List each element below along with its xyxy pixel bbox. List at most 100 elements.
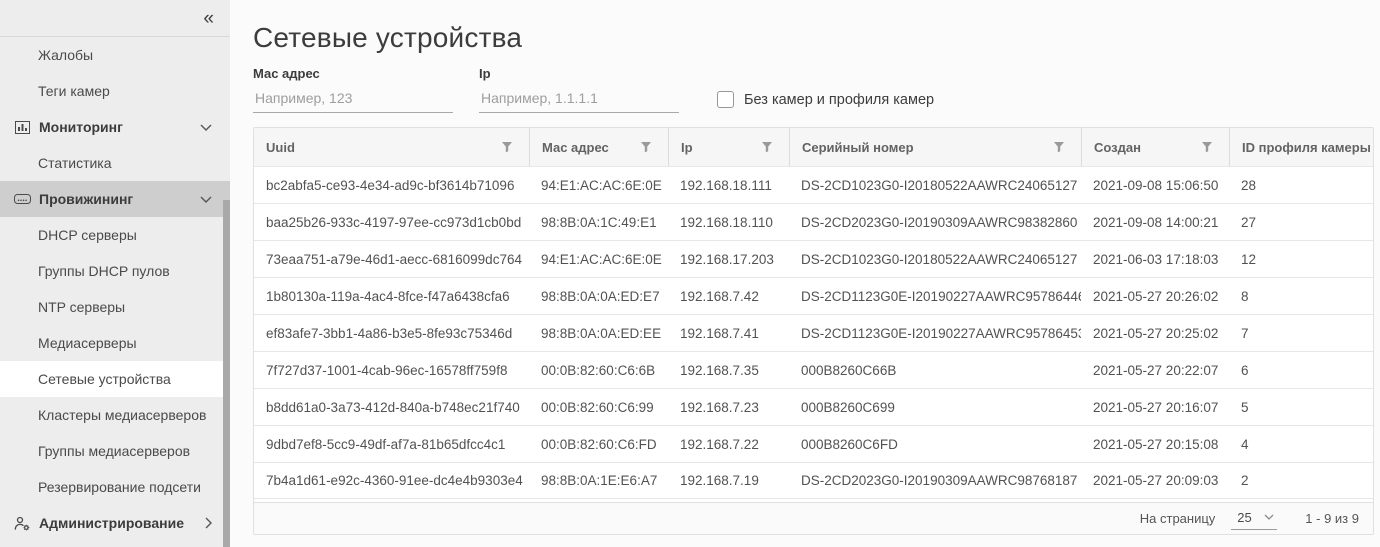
mac-filter-field: Мас адрес: [253, 66, 453, 113]
table-cell: 7: [1229, 315, 1373, 351]
column-header-label: Uuid: [266, 140, 295, 155]
page-size-select[interactable]: 25: [1231, 508, 1277, 530]
table-cell: 94:E1:AC:AC:6E:0E: [529, 167, 668, 203]
table-row[interactable]: bc2abfa5-ce93-4e34-ad9c-bf3614b7109694:E…: [254, 166, 1373, 203]
table-body: bc2abfa5-ce93-4e34-ad9c-bf3614b7109694:E…: [254, 166, 1373, 499]
table-cell: DS-2CD2023G0-I20190309AAWRC98382860: [789, 204, 1081, 240]
table-cell: 8: [1229, 278, 1373, 314]
column-header[interactable]: Ip: [668, 128, 789, 166]
table-cell: 2021-09-08 14:00:21: [1081, 204, 1229, 240]
table-cell: 192.168.7.42: [668, 278, 789, 314]
table-row[interactable]: 7f727d37-1001-4cab-96ec-16578ff759f800:0…: [254, 351, 1373, 388]
table-cell: 192.168.7.35: [668, 352, 789, 388]
sidebar-item-label: Резервирование подсети: [38, 479, 218, 495]
mac-filter-input[interactable]: [253, 85, 453, 113]
table-cell: DS-2CD1123G0E-I20190227AAWRC95786453: [789, 315, 1081, 351]
filter-funnel-icon[interactable]: [1053, 141, 1065, 153]
table-cell: 00:0B:82:60:C6:FD: [529, 426, 668, 462]
sidebar-item-label: Кластеры медиасерверов: [38, 407, 218, 423]
table-cell: 00:0B:82:60:C6:6B: [529, 352, 668, 388]
table-row[interactable]: 7b4a1d61-e92c-4360-91ee-dc4e4b9303e498:8…: [254, 462, 1373, 499]
per-page-label: На страницу: [1140, 511, 1216, 526]
column-header-label: Серийный номер: [802, 140, 914, 155]
column-header[interactable]: Серийный номер: [789, 128, 1081, 166]
table-cell: 2021-09-08 15:06:50: [1081, 167, 1229, 203]
table-cell: 00:0B:82:60:C6:99: [529, 389, 668, 425]
user-gear-icon: [14, 516, 31, 531]
main-content: Сетевые устройства Мас адрес Ip Без каме…: [230, 0, 1380, 547]
sidebar-item[interactable]: Медиасерверы: [0, 325, 230, 361]
sidebar-item[interactable]: Сетевые устройства: [0, 361, 230, 397]
table-cell: 2021-05-27 20:26:02: [1081, 278, 1229, 314]
sidebar-item[interactable]: Резервирование подсети: [0, 469, 230, 505]
column-header-label: ID профиля камеры: [1242, 140, 1371, 155]
sidebar-item[interactable]: Мониторинг: [0, 109, 230, 145]
sidebar-item[interactable]: Статистика: [0, 145, 230, 181]
sidebar-item-label: Статистика: [38, 155, 218, 171]
column-header[interactable]: ID профиля камеры: [1229, 128, 1373, 166]
sidebar-item[interactable]: DHCP серверы: [0, 217, 230, 253]
chevron-right-icon: [205, 517, 212, 529]
table-cell: 5: [1229, 389, 1373, 425]
table-cell: 73eaa751-a79e-46d1-aecc-6816099dc764: [254, 241, 529, 277]
sidebar-item-label: Мониторинг: [39, 119, 194, 135]
pager-range-label: 1 - 9 из 9: [1305, 511, 1359, 526]
sidebar-item-label: DHCP серверы: [38, 227, 218, 243]
sidebar-item[interactable]: Группы DHCP пулов: [0, 253, 230, 289]
table-cell: 2021-05-27 20:16:07: [1081, 389, 1229, 425]
sidebar-item[interactable]: Жалобы: [0, 37, 230, 73]
table-row[interactable]: baa25b26-933c-4197-97ee-cc973d1cb0bd98:8…: [254, 203, 1373, 240]
sidebar-item[interactable]: Кластеры медиасерверов: [0, 397, 230, 433]
table-cell: 2: [1229, 463, 1373, 498]
sidebar-item-label: Администрирование: [39, 515, 199, 531]
table-row[interactable]: 73eaa751-a79e-46d1-aecc-6816099dc76494:E…: [254, 240, 1373, 277]
sidebar-item[interactable]: Провижининг: [0, 181, 230, 217]
mac-filter-label: Мас адрес: [253, 66, 453, 81]
filter-funnel-icon[interactable]: [501, 141, 513, 153]
filter-funnel-icon[interactable]: [640, 141, 652, 153]
page-title: Сетевые устройства: [253, 22, 1374, 54]
ip-filter-input[interactable]: [479, 85, 679, 113]
collapse-sidebar-icon[interactable]: «: [203, 9, 214, 28]
table-cell: 1b80130a-119a-4ac4-8fce-f47a6438cfa6: [254, 278, 529, 314]
table-cell: 000B8260C699: [789, 389, 1081, 425]
column-header[interactable]: Мас адрес: [529, 128, 668, 166]
sidebar-scrollbar[interactable]: [223, 200, 230, 547]
table-cell: 192.168.17.203: [668, 241, 789, 277]
sidebar-item-label: Провижининг: [39, 191, 194, 207]
chevron-down-icon: [200, 124, 212, 131]
sidebar-item-label: Сетевые устройства: [38, 371, 218, 387]
table-row[interactable]: b8dd61a0-3a73-412d-840a-b748ec21f74000:0…: [254, 388, 1373, 425]
no-cameras-checkbox[interactable]: [717, 91, 734, 108]
sidebar-item[interactable]: Группы медиасерверов: [0, 433, 230, 469]
sidebar-item-label: Группы DHCP пулов: [38, 263, 218, 279]
page-size-value: 25: [1237, 510, 1251, 525]
table-cell: bc2abfa5-ce93-4e34-ad9c-bf3614b71096: [254, 167, 529, 203]
filter-funnel-icon[interactable]: [761, 141, 773, 153]
no-cameras-checkbox-wrap: Без камер и профиля камер: [717, 91, 934, 108]
sidebar-item-label: Группы медиасерверов: [38, 443, 218, 459]
table-cell: 7f727d37-1001-4cab-96ec-16578ff759f8: [254, 352, 529, 388]
column-header[interactable]: Создан: [1081, 128, 1229, 166]
filter-bar: Мас адрес Ip Без камер и профиля камер: [253, 66, 1374, 113]
table-row[interactable]: ef83afe7-3bb1-4a86-b3e5-8fe93c75346d98:8…: [254, 314, 1373, 351]
table-cell: DS-2CD1023G0-I20180522AAWRC24065127: [789, 241, 1081, 277]
table-cell: 6: [1229, 352, 1373, 388]
table-cell: 4: [1229, 426, 1373, 462]
table-cell: DS-2CD1123G0E-I20190227AAWRC95786446: [789, 278, 1081, 314]
table-row[interactable]: 1b80130a-119a-4ac4-8fce-f47a6438cfa698:8…: [254, 277, 1373, 314]
sidebar-item[interactable]: Теги камер: [0, 73, 230, 109]
sidebar-item[interactable]: NTP серверы: [0, 289, 230, 325]
table-cell: 2021-06-03 17:18:03: [1081, 241, 1229, 277]
sidebar-item-label: Теги камер: [38, 83, 218, 99]
table-cell: 9dbd7ef8-5cc9-49df-af7a-81b65dfcc4c1: [254, 426, 529, 462]
sidebar-item[interactable]: Администрирование: [0, 505, 230, 541]
table-cell: 192.168.7.41: [668, 315, 789, 351]
sidebar-item-label: Медиасерверы: [38, 335, 218, 351]
filter-funnel-icon[interactable]: [1201, 141, 1213, 153]
table-row[interactable]: 9dbd7ef8-5cc9-49df-af7a-81b65dfcc4c100:0…: [254, 425, 1373, 462]
table-cell: ef83afe7-3bb1-4a86-b3e5-8fe93c75346d: [254, 315, 529, 351]
table-cell: 2021-05-27 20:15:08: [1081, 426, 1229, 462]
column-header[interactable]: Uuid: [254, 128, 529, 166]
sidebar-nav: Жалобы Теги камер Мониторинг Статистика Пров…: [0, 37, 230, 541]
